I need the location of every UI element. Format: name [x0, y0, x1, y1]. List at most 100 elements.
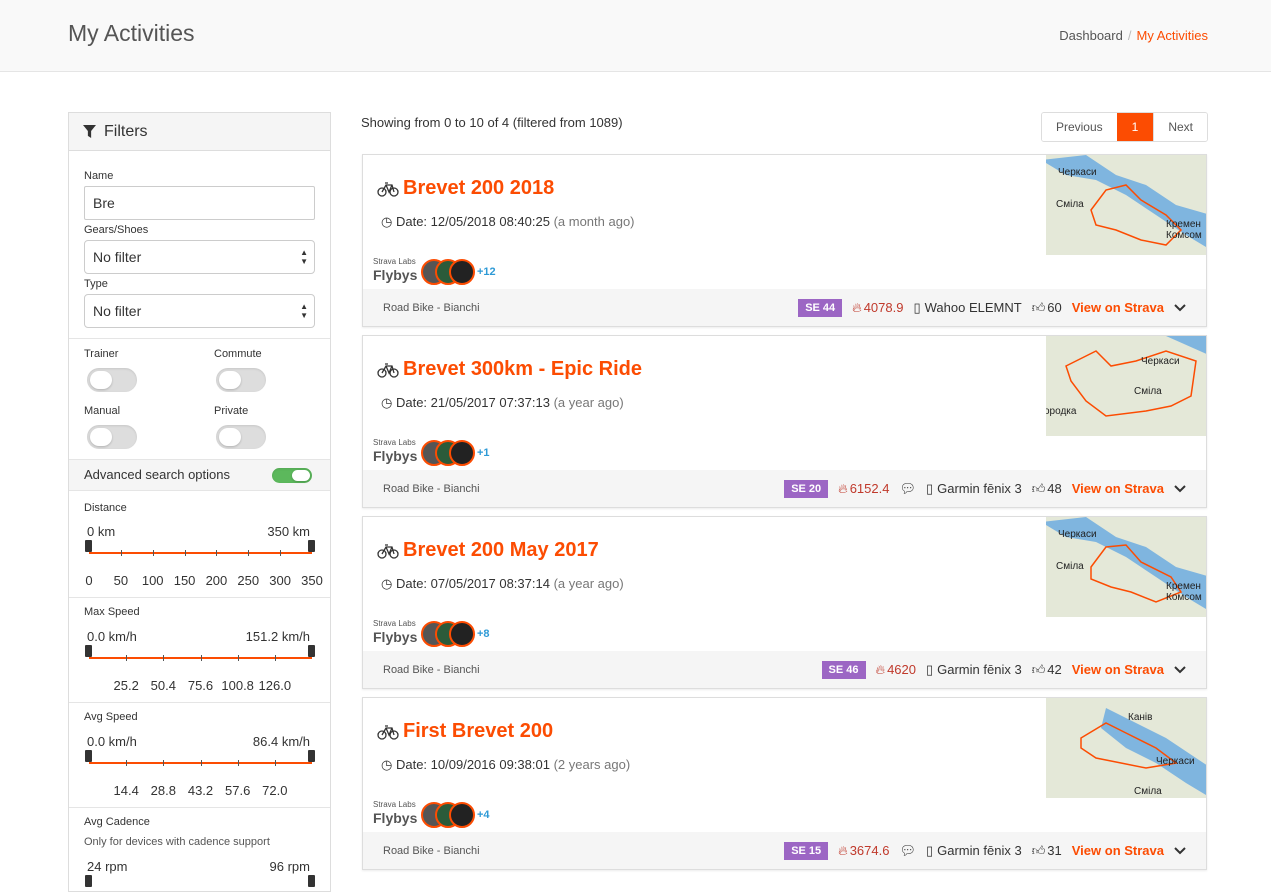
breadcrumb-dashboard[interactable]: Dashboard: [1059, 28, 1123, 43]
suffer-value: 6152.4: [849, 481, 890, 496]
divider: [69, 338, 330, 339]
chevron-down-icon[interactable]: [1174, 481, 1186, 496]
activity-date: ◷ Date: 07/05/2017 08:37:14 (a year ago): [381, 576, 624, 592]
chevron-down-icon[interactable]: [1174, 300, 1186, 315]
slider-axis-label: 150: [173, 573, 196, 588]
view-on-strava-link[interactable]: View on Strava: [1072, 300, 1164, 315]
map-place-label: Сміла: [1056, 561, 1084, 572]
name-filter-input[interactable]: [84, 186, 315, 220]
advanced-search-label: Advanced search options: [84, 467, 230, 482]
advanced-search-row: Advanced search options: [69, 459, 330, 491]
avg-speed-min-value: 0.0 km/h: [87, 734, 137, 749]
avatar: [449, 802, 475, 828]
pagination-previous[interactable]: Previous: [1041, 113, 1117, 141]
flybys-label: Flybys: [373, 448, 418, 464]
activity-title-link[interactable]: First Brevet 200: [403, 720, 553, 743]
select-arrows-icon: ▲ ▼: [300, 302, 308, 320]
pagination-page-1[interactable]: 1: [1116, 113, 1154, 141]
max-speed-min-handle[interactable]: [85, 645, 92, 657]
avg-cadence-max-handle[interactable]: [308, 875, 315, 887]
view-on-strava-link[interactable]: View on Strava: [1072, 481, 1164, 496]
slider-axis-label: 100.8: [221, 678, 254, 693]
flybys-link[interactable]: Strava Labs Flybys +4: [373, 800, 493, 828]
slider-axis-label: 200: [205, 573, 228, 588]
date-prefix: Date:: [395, 214, 428, 229]
slider-axis-label: 300: [269, 573, 291, 588]
avg-cadence-label: Avg Cadence: [84, 816, 150, 828]
thumbs-up-icon: 👍︎: [1031, 661, 1046, 677]
breadcrumb-separator: /: [1127, 28, 1132, 43]
map-place-label: Комсом: [1166, 230, 1202, 241]
distance-min-handle[interactable]: [85, 540, 92, 552]
results-summary: Showing from 0 to 10 of 4 (filtered from…: [361, 115, 623, 130]
advanced-search-toggle[interactable]: [272, 468, 312, 483]
breadcrumb-current[interactable]: My Activities: [1136, 28, 1208, 43]
avg-speed-max-value: 86.4 km/h: [252, 734, 310, 749]
activity-route-map[interactable]: Черкаси Сміла ородка: [1046, 336, 1206, 436]
chevron-down-icon[interactable]: [1174, 662, 1186, 677]
manual-toggle[interactable]: [87, 425, 137, 449]
suffer-score-badge: SE 46: [821, 660, 866, 679]
clock-icon: ◷: [381, 395, 393, 410]
flybys-label: Flybys: [373, 267, 418, 283]
activity-route-map[interactable]: Канів Черкаси Сміла: [1046, 698, 1206, 798]
avg-speed-max-handle[interactable]: [308, 750, 315, 762]
map-place-label: Сміла: [1134, 786, 1162, 797]
avg-speed-min-handle[interactable]: [85, 750, 92, 762]
avg-cadence-min-handle[interactable]: [85, 875, 92, 887]
map-place-label: Сміла: [1056, 199, 1084, 210]
gears-select-value: No filter: [93, 249, 142, 265]
activity-footer: Road Bike - Bianchi SE 44 🔥︎ 4078.9 ▯ Waho…: [363, 289, 1206, 326]
max-speed-max-handle[interactable]: [308, 645, 315, 657]
activity-stats: SE 44 🔥︎ 4078.9 ▯ Wahoo ELEMNT 👍︎ 60 View o…: [798, 298, 1186, 317]
trainer-toggle[interactable]: [87, 368, 137, 392]
activity-title-row: Brevet 200 2018: [377, 177, 554, 200]
avg-cadence-note: Only for devices with cadence support: [84, 836, 270, 848]
activity-footer: Road Bike - Bianchi SE 20 🔥︎ 6152.4 💬︎ ▯ G…: [363, 470, 1206, 507]
slider-tick: [216, 550, 218, 556]
date-value: 12/05/2018 08:40:25: [430, 214, 550, 229]
chevron-down-icon[interactable]: [1174, 843, 1186, 858]
type-select[interactable]: No filter ▲ ▼: [84, 294, 315, 328]
private-toggle[interactable]: [216, 425, 266, 449]
activity-title-link[interactable]: Brevet 300km - Epic Ride: [403, 358, 642, 381]
view-on-strava-link[interactable]: View on Strava: [1072, 843, 1164, 858]
filters-title: Filters: [104, 122, 148, 140]
activity-footer: Road Bike - Bianchi SE 15 🔥︎ 3674.6 💬︎ ▯ G…: [363, 832, 1206, 869]
flybys-link[interactable]: Strava Labs Flybys +12: [373, 257, 496, 285]
pagination-next[interactable]: Next: [1153, 113, 1207, 141]
activity-card: Brevet 200 2018 ◷ Date: 12/05/2018 08:40…: [362, 154, 1207, 327]
flybys-more-count: +1: [477, 447, 490, 459]
device-icon: ▯: [913, 299, 921, 315]
device-icon: ▯: [925, 480, 934, 496]
activity-route-map[interactable]: Черкаси Сміла Кремен Комсом: [1046, 517, 1206, 617]
device-name: Garmin fēnix 3: [937, 843, 1022, 858]
trainer-label: Trainer: [84, 348, 119, 360]
activity-title-link[interactable]: Brevet 200 2018: [403, 177, 554, 200]
avatar: [449, 440, 475, 466]
activity-gear: Road Bike - Bianchi: [383, 663, 480, 676]
slider-axis-label: 50: [113, 573, 129, 588]
commute-toggle[interactable]: [216, 368, 266, 392]
distance-max-handle[interactable]: [308, 540, 315, 552]
activity-gear: Road Bike - Bianchi: [383, 301, 480, 314]
suffer-value: 4620: [887, 662, 916, 677]
date-relative: (a year ago): [553, 395, 624, 410]
page-title: My Activities: [68, 20, 195, 46]
map-place-label: Черкаси: [1058, 167, 1097, 178]
date-relative: (a month ago): [553, 214, 635, 229]
flybys-link[interactable]: Strava Labs Flybys +1: [373, 438, 493, 466]
activity-gear: Road Bike - Bianchi: [383, 844, 480, 857]
slider-axis-label: 350: [301, 573, 323, 588]
name-label: Name: [84, 170, 114, 182]
max-speed-min-value: 0.0 km/h: [87, 629, 137, 644]
slider-tick: [200, 655, 202, 661]
activity-route-map[interactable]: Черкаси Сміла Кремен Комсом: [1046, 155, 1206, 255]
avg-cadence-min-value: 24 rpm: [87, 859, 128, 874]
gears-select[interactable]: No filter ▲ ▼: [84, 240, 315, 274]
view-on-strava-link[interactable]: View on Strava: [1072, 662, 1164, 677]
divider: [69, 702, 330, 703]
date-prefix: Date:: [395, 395, 428, 410]
flybys-link[interactable]: Strava Labs Flybys +8: [373, 619, 493, 647]
activity-title-link[interactable]: Brevet 200 May 2017: [403, 539, 599, 562]
